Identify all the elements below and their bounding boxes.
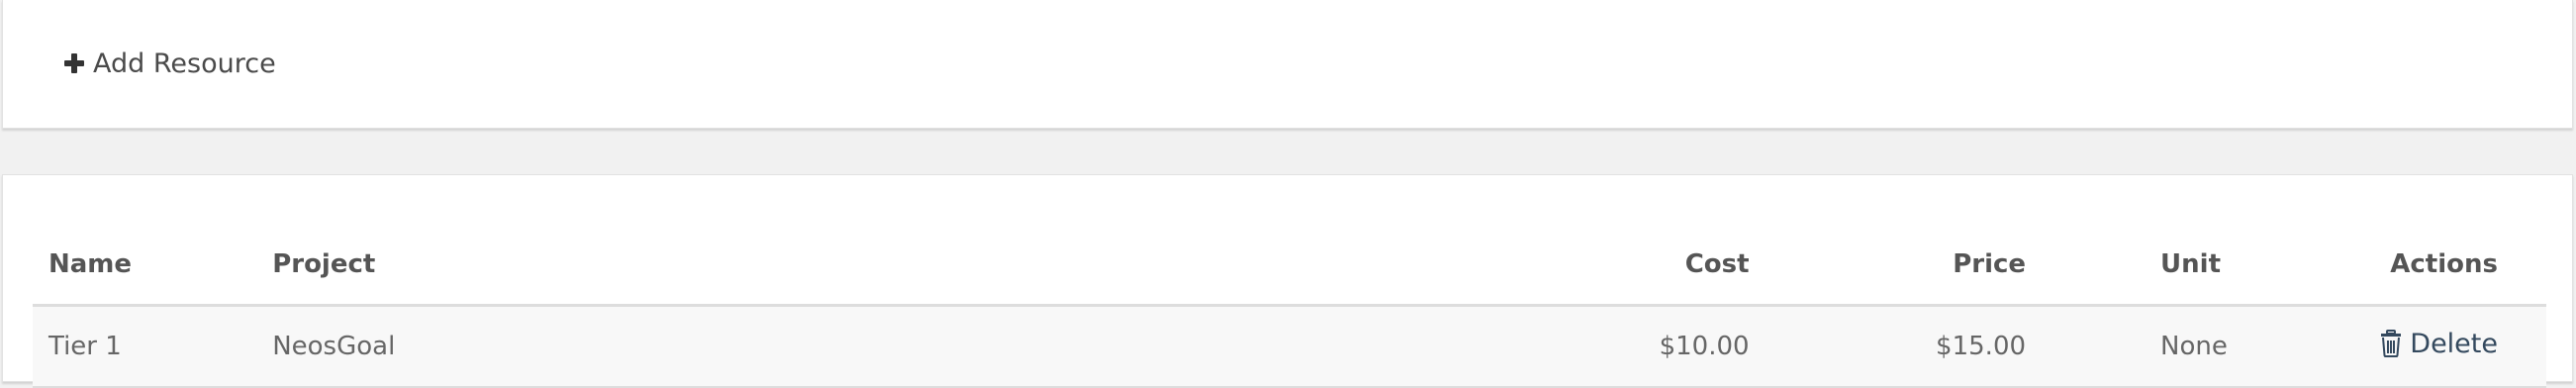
header-project: Project — [256, 225, 1535, 307]
cell-name: Tier 1 — [33, 305, 257, 388]
header-unit: Unit — [2042, 225, 2365, 307]
cell-actions: Delete — [2364, 305, 2546, 388]
cell-unit: None — [2042, 305, 2365, 388]
delete-button[interactable]: Delete — [2380, 329, 2498, 359]
plus-icon — [64, 53, 84, 73]
resources-table-panel: Name Project Cost Price Unit Actions Tie… — [2, 174, 2573, 388]
table-row: Tier 1 NeosGoal $10.00 $15.00 None Delet… — [33, 305, 2546, 388]
table-header-row: Name Project Cost Price Unit Actions — [33, 225, 2546, 307]
cell-project: NeosGoal — [256, 305, 1535, 388]
header-actions: Actions — [2364, 225, 2546, 307]
header-price: Price — [1765, 225, 2043, 307]
add-resource-label: Add Resource — [93, 48, 276, 79]
add-resource-panel: Add Resource — [2, 0, 2573, 129]
cell-cost: $10.00 — [1534, 305, 1765, 388]
header-name: Name — [33, 225, 257, 307]
trash-icon — [2381, 330, 2402, 358]
add-resource-button[interactable]: Add Resource — [64, 44, 276, 83]
delete-label: Delete — [2410, 328, 2498, 359]
resources-table: Name Project Cost Price Unit Actions Tie… — [33, 225, 2546, 388]
header-cost: Cost — [1534, 225, 1765, 307]
cell-price: $15.00 — [1765, 305, 2043, 388]
